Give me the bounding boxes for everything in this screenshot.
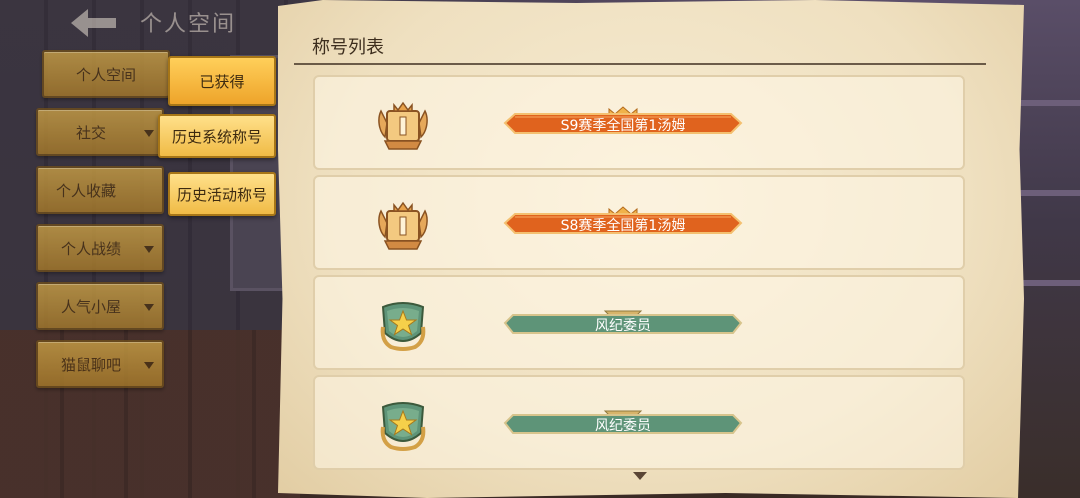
nav-item-cabin[interactable]: 人气小屋 [36,282,164,330]
back-button[interactable] [68,6,120,40]
sub-tab-history-system-titles[interactable]: 历史系统称号 [158,114,276,158]
sub-tab-label: 历史系统称号 [171,127,262,146]
sub-tab-label: 历史活动称号 [176,185,267,204]
title-tag-label: S8赛季全国第1汤姆 [560,218,686,234]
title-tag: 风纪委员 [501,405,745,441]
title-tag: S8赛季全国第1汤姆 [501,205,745,241]
nav-item-label: 猫鼠聊吧 [60,355,121,374]
title-row[interactable]: S8赛季全国第1汤姆 [313,175,965,270]
nav-item-label: 个人收藏 [55,181,116,200]
nav-item-label: 个人战绩 [60,239,121,258]
title-tag: S9赛季全国第1汤姆 [501,105,745,141]
title-row[interactable]: 风纪委员 [313,375,965,470]
page-title: 个人空间 [140,12,237,37]
nav-item-label: 个人空间 [75,65,136,84]
nav-item-label: 人气小屋 [60,297,121,316]
title-tag: 风纪委员 [501,305,745,341]
rank-1-badge-icon [378,201,428,250]
sub-tab-history-event-titles[interactable]: 历史活动称号 [168,172,276,216]
nav-item-chat-bar[interactable]: 猫鼠聊吧 [36,340,164,388]
panel-title: 称号列表 [312,37,384,58]
title-tag-label: 风纪委员 [595,418,651,434]
sub-tab-label: 已获得 [199,72,245,91]
star-shield-icon [380,302,426,351]
chevron-down-icon [144,246,154,253]
nav-item-label: 社交 [75,123,106,142]
chevron-down-icon [144,130,154,137]
rank-1-badge-icon [378,101,428,150]
nav-item-collection[interactable]: 个人收藏 [36,166,164,214]
nav-item-records[interactable]: 个人战绩 [36,224,164,272]
divider [294,63,986,65]
chevron-down-icon [144,362,154,369]
nav-item-social[interactable]: 社交 [36,108,164,156]
title-tag-label: 风纪委员 [595,318,651,334]
star-shield-icon [380,402,426,451]
sub-tab-obtained[interactable]: 已获得 [168,56,276,106]
title-row[interactable]: S9赛季全国第1汤姆 [313,75,965,170]
title-tag-label: S9赛季全国第1汤姆 [560,118,686,134]
title-row[interactable]: 风纪委员 [313,275,965,370]
nav-item-personal-space[interactable]: 个人空间 [42,50,170,98]
back-arrow-icon [71,9,116,37]
scroll-down-arrow-icon[interactable] [633,472,647,480]
chevron-down-icon [144,304,154,311]
